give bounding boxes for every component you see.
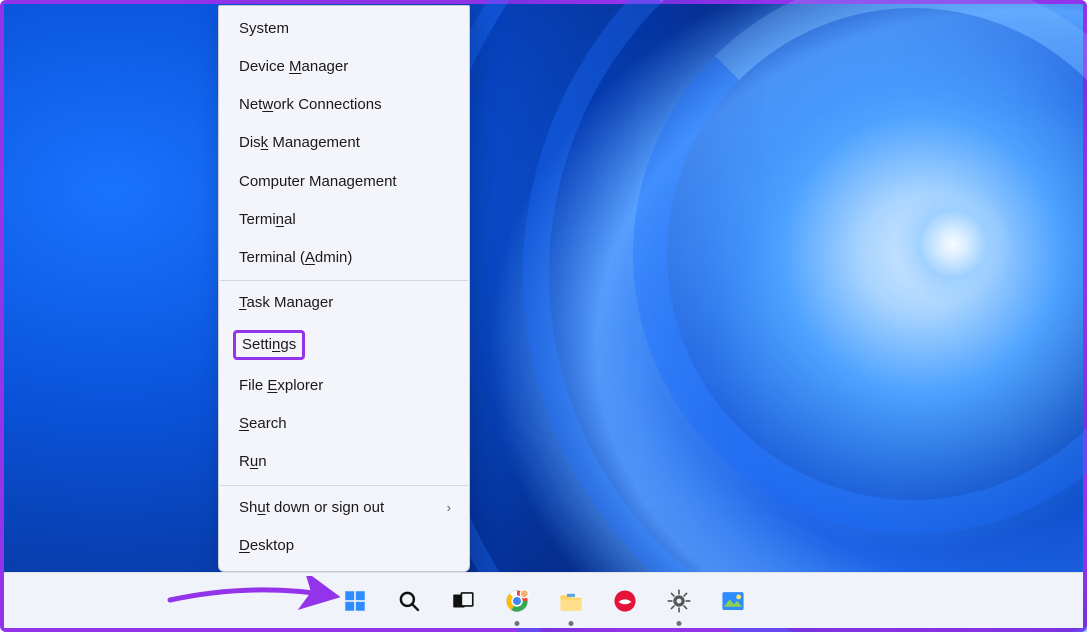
menu-item-desktop[interactable]: Desktop	[219, 527, 469, 565]
settings-app[interactable]	[660, 582, 698, 620]
menu-item-diskmgmt[interactable]: Disk Management	[219, 124, 469, 162]
chrome-icon	[504, 588, 530, 614]
menu-item-settings[interactable]: Settings	[219, 323, 469, 367]
menu-item-label: Desktop	[239, 536, 294, 556]
menu-item-label: Search	[239, 414, 287, 434]
menu-item-shutdown[interactable]: Shut down or sign out ›	[219, 489, 469, 527]
chevron-right-icon: ›	[447, 499, 451, 517]
chrome-app[interactable]	[498, 582, 536, 620]
menu-item-label: Run	[239, 452, 267, 472]
menu-item-terminal[interactable]: Terminal	[219, 201, 469, 239]
start-button[interactable]	[336, 582, 374, 620]
menu-item-label: Network Connections	[239, 95, 382, 115]
highlight-box: Settings	[233, 330, 305, 360]
red-app-icon	[612, 588, 638, 614]
photos-icon	[720, 588, 746, 614]
taskview-icon	[450, 588, 476, 614]
menu-item-label: Terminal	[239, 210, 296, 230]
menu-item-label: Shut down or sign out	[239, 498, 384, 518]
folder-icon	[558, 588, 584, 614]
menu-item-termadmin[interactable]: Terminal (Admin)	[219, 239, 469, 277]
menu-item-system[interactable]: System	[219, 10, 469, 48]
menu-item-label: Terminal (Admin)	[239, 248, 352, 268]
taskbar-search[interactable]	[390, 582, 428, 620]
menu-item-netconn[interactable]: Network Connections	[219, 86, 469, 124]
menu-item-devmgr[interactable]: Device Manager	[219, 48, 469, 86]
windows-icon	[342, 588, 368, 614]
menu-separator	[220, 485, 468, 486]
menu-item-label: System	[239, 19, 289, 39]
menu-item-search[interactable]: Search	[219, 405, 469, 443]
menu-item-label: Task Manager	[239, 293, 333, 313]
menu-separator	[220, 280, 468, 281]
photos-app[interactable]	[714, 582, 752, 620]
menu-item-run[interactable]: Run	[219, 443, 469, 481]
gear-icon	[666, 588, 692, 614]
power-user-menu: System Device Manager Network Connections D…	[218, 5, 470, 573]
menu-item-explorer[interactable]: File Explorer	[219, 367, 469, 405]
menu-item-label: File Explorer	[239, 376, 323, 396]
menu-item-label: Device Manager	[239, 57, 348, 77]
menu-item-label: Computer Management	[239, 172, 397, 192]
task-view[interactable]	[444, 582, 482, 620]
desktop-wallpaper	[4, 4, 1083, 628]
file-explorer-app[interactable]	[552, 582, 590, 620]
menu-item-label: Disk Management	[239, 133, 360, 153]
menu-item-compmgmt[interactable]: Computer Management	[219, 163, 469, 201]
search-icon	[396, 588, 422, 614]
menu-item-taskmgr[interactable]: Task Manager	[219, 284, 469, 322]
taskbar	[4, 572, 1083, 628]
pinned-app[interactable]	[606, 582, 644, 620]
menu-item-label: Settings	[242, 335, 296, 355]
